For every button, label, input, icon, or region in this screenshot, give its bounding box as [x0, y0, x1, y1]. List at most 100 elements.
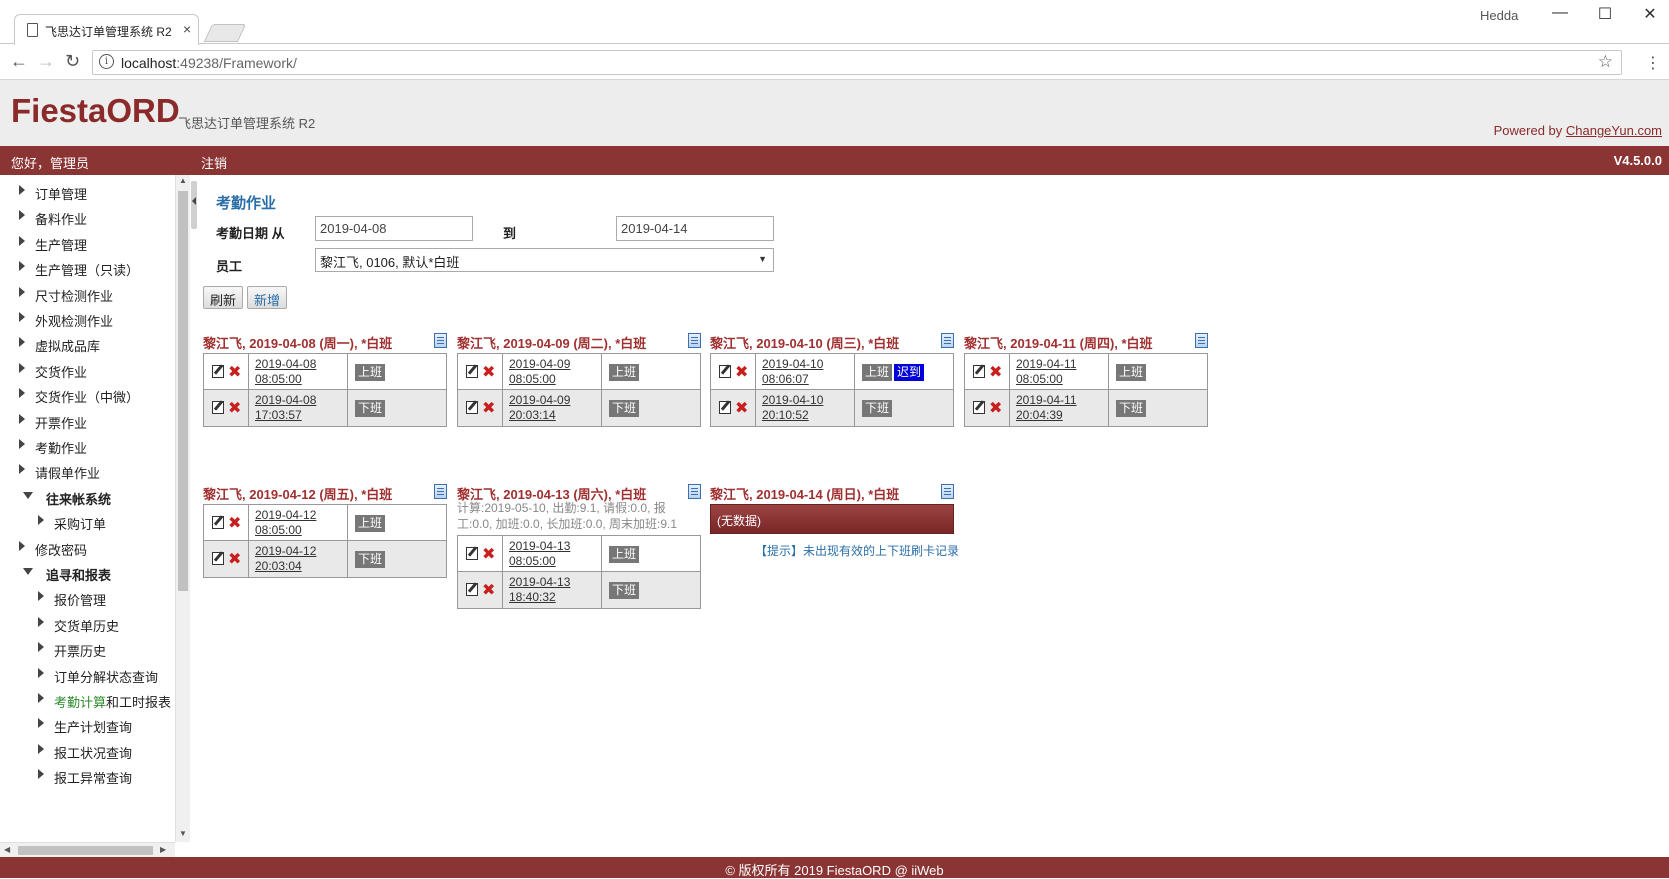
collapsed-arrow-icon[interactable]: [38, 667, 44, 678]
collapsed-arrow-icon[interactable]: [19, 286, 25, 297]
tab-close-icon[interactable]: ×: [183, 21, 191, 37]
browser-menu-icon[interactable]: ⋮: [1645, 53, 1661, 73]
date-from-input[interactable]: 2019-04-08: [315, 216, 473, 241]
forward-icon[interactable]: →: [37, 51, 55, 72]
punch-time-link[interactable]: 20:03:14: [509, 408, 556, 422]
back-icon[interactable]: ←: [10, 51, 28, 72]
delete-icon[interactable]: ✖: [482, 362, 495, 382]
document-icon[interactable]: [434, 333, 447, 348]
collapsed-arrow-icon[interactable]: [19, 185, 25, 195]
collapsed-arrow-icon[interactable]: [38, 769, 44, 780]
collapsed-arrow-icon[interactable]: [38, 591, 44, 602]
collapsed-arrow-icon[interactable]: [19, 210, 25, 221]
document-icon[interactable]: [688, 333, 701, 348]
scroll-right-icon[interactable]: ▶: [160, 845, 166, 854]
document-icon[interactable]: [1195, 333, 1208, 348]
delete-icon[interactable]: ✖: [228, 513, 241, 533]
punch-date-link[interactable]: 2019-04-10: [762, 393, 823, 407]
delete-icon[interactable]: ✖: [228, 362, 241, 382]
punch-time-link[interactable]: 08:05:00: [255, 372, 302, 386]
edit-icon[interactable]: [466, 365, 478, 378]
add-button[interactable]: 新增: [247, 286, 288, 309]
minimize-button[interactable]: —: [1540, 4, 1580, 22]
collapse-sidebar-icon[interactable]: [192, 197, 196, 205]
document-icon[interactable]: [688, 484, 701, 499]
punch-date-link[interactable]: 2019-04-09: [509, 357, 570, 371]
sidebar-vertical-scrollbar[interactable]: ▲ ▼: [175, 175, 190, 842]
collapsed-arrow-icon[interactable]: [38, 693, 44, 703]
edit-icon[interactable]: [719, 401, 731, 414]
delete-icon[interactable]: ✖: [482, 580, 495, 600]
collapsed-arrow-icon[interactable]: [19, 312, 25, 322]
delete-icon[interactable]: ✖: [989, 362, 1002, 382]
collapsed-arrow-icon[interactable]: [38, 642, 44, 653]
collapsed-arrow-icon[interactable]: [19, 388, 25, 399]
collapsed-arrow-icon[interactable]: [19, 540, 25, 551]
document-icon[interactable]: [434, 484, 447, 499]
punch-date-link[interactable]: 2019-04-08: [255, 393, 316, 407]
punch-time-link[interactable]: 18:40:32: [509, 590, 556, 604]
punch-time-link[interactable]: 20:03:04: [255, 559, 302, 573]
scrollbar-thumb[interactable]: [178, 191, 188, 591]
punch-time-link[interactable]: 08:05:00: [509, 554, 556, 568]
punch-date-link[interactable]: 2019-04-10: [762, 357, 823, 371]
collapsed-arrow-icon[interactable]: [19, 413, 25, 424]
punch-time-link[interactable]: 08:05:00: [509, 372, 556, 386]
browser-tab[interactable]: 飞思达订单管理系统 R2 ×: [14, 14, 199, 45]
collapsed-arrow-icon[interactable]: [19, 362, 25, 373]
edit-icon[interactable]: [466, 547, 478, 560]
info-icon[interactable]: i: [99, 54, 114, 69]
punch-time-link[interactable]: 17:03:57: [255, 408, 302, 422]
punch-time-link[interactable]: 08:06:07: [762, 372, 809, 386]
document-icon[interactable]: [941, 333, 954, 348]
punch-date-link[interactable]: 2019-04-12: [255, 544, 316, 558]
splitter-handle[interactable]: [191, 181, 197, 229]
collapsed-arrow-icon[interactable]: [38, 743, 44, 754]
powered-link[interactable]: ChangeYun.com: [1566, 123, 1662, 138]
scroll-up-icon[interactable]: ▲: [179, 176, 187, 185]
profile-name[interactable]: Hedda: [1480, 8, 1518, 23]
maximize-button[interactable]: ☐: [1585, 4, 1625, 24]
delete-icon[interactable]: ✖: [228, 549, 241, 569]
date-to-input[interactable]: 2019-04-14: [616, 216, 774, 241]
edit-icon[interactable]: [973, 365, 985, 378]
expanded-arrow-icon[interactable]: [23, 491, 33, 499]
punch-time-link[interactable]: 08:05:00: [1016, 372, 1063, 386]
collapsed-arrow-icon[interactable]: [19, 235, 25, 246]
collapsed-arrow-icon[interactable]: [38, 616, 44, 627]
collapsed-arrow-icon[interactable]: [19, 261, 25, 272]
edit-icon[interactable]: [466, 401, 478, 414]
edit-icon[interactable]: [719, 365, 731, 378]
punch-time-link[interactable]: 20:04:39: [1016, 408, 1063, 422]
refresh-button[interactable]: 刷新: [203, 286, 244, 309]
edit-icon[interactable]: [973, 401, 985, 414]
document-icon[interactable]: [941, 484, 954, 499]
logout-link[interactable]: 注销: [201, 153, 227, 172]
punch-date-link[interactable]: 2019-04-13: [509, 575, 570, 589]
delete-icon[interactable]: ✖: [228, 398, 241, 418]
employee-select[interactable]: 黎江飞, 0106, 默认*白班 ▼: [315, 248, 774, 272]
sidebar-splitter[interactable]: [191, 175, 199, 857]
punch-time-link[interactable]: 20:10:52: [762, 408, 809, 422]
punch-date-link[interactable]: 2019-04-11: [1016, 357, 1077, 371]
delete-icon[interactable]: ✖: [735, 362, 748, 382]
new-tab-button[interactable]: [203, 24, 247, 42]
collapsed-arrow-icon[interactable]: [38, 515, 44, 526]
edit-icon[interactable]: [212, 401, 224, 414]
address-bar[interactable]: i localhost:49238/Framework/ ☆: [92, 50, 1622, 75]
delete-icon[interactable]: ✖: [735, 398, 748, 418]
edit-icon[interactable]: [212, 552, 224, 565]
punch-date-link[interactable]: 2019-04-11: [1016, 393, 1077, 407]
edit-icon[interactable]: [466, 583, 478, 596]
collapsed-arrow-icon[interactable]: [19, 337, 25, 348]
edit-icon[interactable]: [212, 516, 224, 529]
punch-date-link[interactable]: 2019-04-13: [509, 539, 570, 553]
delete-icon[interactable]: ✖: [482, 398, 495, 418]
edit-icon[interactable]: [212, 365, 224, 378]
reload-icon[interactable]: ↻: [65, 51, 80, 72]
scroll-down-icon[interactable]: ▼: [179, 829, 187, 838]
close-window-button[interactable]: ✕: [1630, 4, 1669, 24]
collapsed-arrow-icon[interactable]: [38, 718, 44, 729]
scrollbar-thumb[interactable]: [18, 846, 153, 855]
expanded-arrow-icon[interactable]: [23, 568, 33, 575]
